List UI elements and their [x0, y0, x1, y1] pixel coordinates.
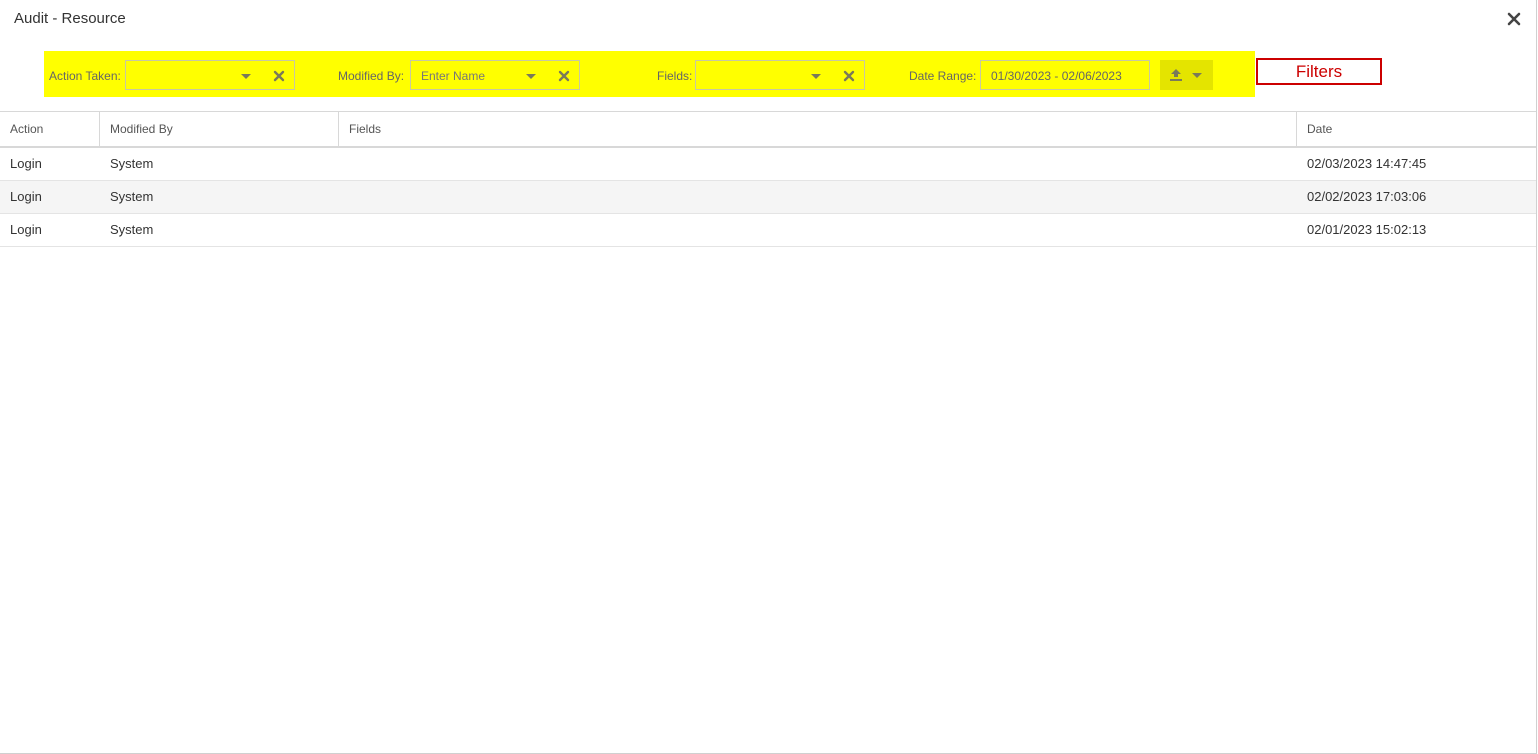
- audit-dialog: Audit - Resource Action Taken: Modified …: [0, 0, 1537, 754]
- table-header: Action Modified By Fields Date: [0, 111, 1536, 148]
- table-row[interactable]: Login System 02/03/2023 14:47:45: [0, 148, 1536, 181]
- table-row[interactable]: Login System 02/01/2023 15:02:13: [0, 214, 1536, 247]
- clear-icon[interactable]: [843, 69, 855, 82]
- chevron-down-icon[interactable]: [1192, 73, 1202, 78]
- cell-action: Login: [10, 222, 42, 237]
- cell-fields: [339, 181, 349, 213]
- column-header-action[interactable]: Action: [0, 112, 100, 146]
- date-range-value: 01/30/2023 - 02/06/2023: [991, 69, 1122, 83]
- cell-modified-by: System: [110, 189, 154, 204]
- action-taken-label: Action Taken:: [49, 69, 121, 83]
- cell-modified-by: System: [110, 222, 154, 237]
- chevron-down-icon[interactable]: [811, 74, 821, 79]
- column-header-fields[interactable]: Fields: [339, 112, 1297, 146]
- chevron-down-icon[interactable]: [526, 74, 536, 79]
- table-row[interactable]: Login System 02/02/2023 17:03:06: [0, 181, 1536, 214]
- modified-by-placeholder: Enter Name: [421, 69, 486, 83]
- chevron-down-icon[interactable]: [241, 74, 251, 79]
- cell-modified-by: System: [110, 156, 154, 171]
- column-header-date[interactable]: Date: [1297, 112, 1536, 146]
- export-button[interactable]: [1160, 60, 1213, 90]
- cell-fields: [339, 214, 349, 246]
- filters-annotation: Filters: [1256, 58, 1382, 85]
- cell-date: 02/03/2023 14:47:45: [1307, 156, 1427, 171]
- audit-table: Action Modified By Fields Date Login Sys…: [0, 111, 1536, 247]
- action-taken-select[interactable]: [125, 60, 295, 90]
- modified-by-label: Modified By:: [338, 69, 405, 83]
- fields-select[interactable]: [695, 60, 865, 90]
- filter-bar: Action Taken: Modified By: Enter Name Fi…: [44, 51, 1255, 97]
- column-header-modified-by[interactable]: Modified By: [100, 112, 339, 146]
- cell-action: Login: [10, 156, 42, 171]
- modified-by-input[interactable]: Enter Name: [410, 60, 580, 90]
- cell-fields: [339, 148, 349, 180]
- dialog-title: Audit - Resource: [14, 10, 126, 27]
- fields-label: Fields:: [657, 69, 693, 83]
- clear-icon[interactable]: [558, 69, 570, 82]
- cell-date: 02/01/2023 15:02:13: [1307, 222, 1427, 237]
- date-range-input[interactable]: 01/30/2023 - 02/06/2023: [980, 60, 1150, 90]
- clear-icon[interactable]: [273, 69, 285, 82]
- close-icon[interactable]: [1506, 11, 1522, 27]
- date-range-label: Date Range:: [909, 69, 977, 83]
- cell-date: 02/02/2023 17:03:06: [1307, 189, 1427, 204]
- upload-icon: [1168, 67, 1184, 88]
- cell-action: Login: [10, 189, 42, 204]
